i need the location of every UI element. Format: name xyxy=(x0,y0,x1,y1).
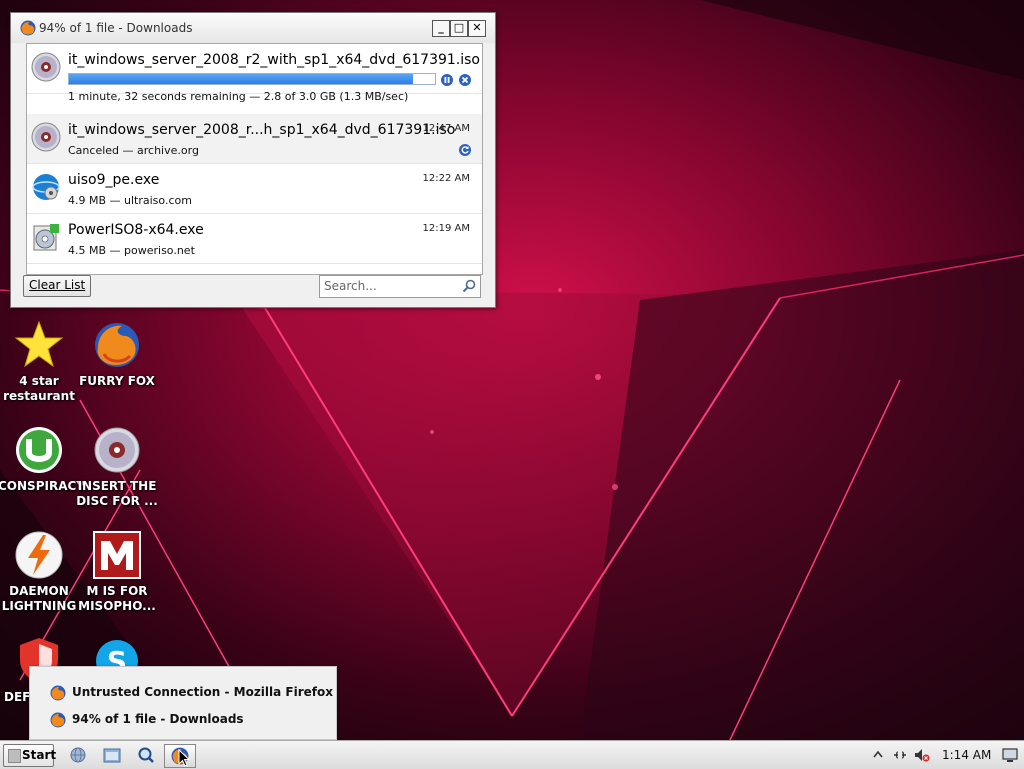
disc-icon xyxy=(31,122,61,152)
search-icon[interactable] xyxy=(462,279,476,293)
download-status: 4.9 MB — ultraiso.com xyxy=(68,194,192,207)
cancel-icon xyxy=(461,76,469,84)
pause-button[interactable] xyxy=(441,74,453,86)
star-icon xyxy=(14,320,64,370)
download-item[interactable]: it_windows_server_2008_r2_with_sp1_x64_d… xyxy=(27,44,482,103)
download-status: 4.5 MB — poweriso.net xyxy=(68,244,195,257)
system-tray: 1:14 AM xyxy=(866,741,1024,769)
disc-icon xyxy=(31,52,61,82)
downloads-list[interactable]: it_windows_server_2008_r2_with_sp1_x64_d… xyxy=(26,43,483,275)
progress-fill xyxy=(69,74,414,84)
search-magnifier-icon[interactable] xyxy=(137,746,155,764)
mouse-cursor-icon xyxy=(178,749,190,767)
download-progress-bar xyxy=(68,73,436,85)
desktop-icon-daemon-lightning[interactable]: DAEMON LIGHTNING xyxy=(0,530,80,614)
download-filename: it_windows_server_2008_r...h_sp1_x64_dvd… xyxy=(68,122,456,138)
search-box[interactable] xyxy=(319,275,481,298)
desktop-icon-label: FURRY FOX xyxy=(79,374,155,388)
start-button[interactable]: Start xyxy=(3,744,57,767)
download-status: Canceled — archive.org xyxy=(68,144,199,157)
malwarebytes-icon xyxy=(92,530,142,580)
popup-item-label: 94% of 1 file - Downloads xyxy=(72,712,244,726)
ultraiso-icon xyxy=(32,174,60,200)
cancel-download-button[interactable] xyxy=(459,74,471,86)
clear-list-button[interactable]: Clear List xyxy=(23,275,92,297)
downloads-titlebar[interactable]: 94% of 1 file - Downloads _ □ ✕ xyxy=(11,13,495,43)
desktop-icon-label: INSERT THE DISC FOR ... xyxy=(76,479,158,508)
firefox-icon xyxy=(20,20,36,36)
desktop-icon-label: 4 star restaurant xyxy=(3,374,75,403)
disc-icon xyxy=(92,425,142,475)
desktop-icon-label: M IS FOR MISOPHO... xyxy=(78,584,156,613)
start-icon xyxy=(8,749,21,763)
retry-button[interactable] xyxy=(459,144,471,156)
desktop-icon-4-star-restaurant[interactable]: 4 star restaurant xyxy=(0,320,80,404)
close-button[interactable]: ✕ xyxy=(468,20,486,37)
download-item[interactable]: PowerISO8-x64.exe 12:19 AM 4.5 MB — powe… xyxy=(27,214,482,264)
search-input[interactable] xyxy=(320,276,454,295)
network-icon[interactable] xyxy=(892,747,908,763)
ie-globe-icon[interactable] xyxy=(69,746,87,764)
desktop-icon-conspiracy[interactable]: CONSPIRACY xyxy=(0,425,85,494)
firefox-icon xyxy=(92,320,142,370)
desktop-icon-label: CONSPIRACY xyxy=(0,479,85,493)
download-time: 12:22 AM xyxy=(422,173,470,184)
download-filename: uiso9_pe.exe xyxy=(68,172,160,188)
daemon-tools-icon xyxy=(14,530,64,580)
clock[interactable]: 1:14 AM xyxy=(942,748,991,762)
download-time: 12:47 AM xyxy=(422,123,470,134)
download-item[interactable]: it_windows_server_2008_r...h_sp1_x64_dvd… xyxy=(27,114,482,164)
start-label: Start xyxy=(22,748,57,762)
taskbar: Start 1:14 AM xyxy=(0,740,1024,769)
retry-icon xyxy=(461,146,469,154)
pause-icon xyxy=(444,77,450,83)
desktop-icon-furry-fox[interactable]: FURRY FOX xyxy=(76,320,158,389)
maximize-button[interactable]: □ xyxy=(450,20,468,37)
popup-item-label: Untrusted Connection - Mozilla Firefox xyxy=(72,685,333,699)
monitor-icon[interactable] xyxy=(1002,747,1018,763)
window-title: 94% of 1 file - Downloads xyxy=(39,21,193,35)
clear-list-label: Clear List xyxy=(29,278,86,292)
file-explorer-icon[interactable] xyxy=(103,746,121,764)
download-time: 12:19 AM xyxy=(422,223,470,234)
download-filename: it_windows_server_2008_r2_with_sp1_x64_d… xyxy=(68,52,480,68)
minimize-button[interactable]: _ xyxy=(432,20,450,37)
volume-muted-icon[interactable] xyxy=(914,747,930,763)
download-item[interactable]: uiso9_pe.exe 12:22 AM 4.9 MB — ultraiso.… xyxy=(27,164,482,214)
show-hidden-icons-arrow[interactable] xyxy=(870,747,886,763)
utorrent-icon xyxy=(14,425,64,475)
taskbar-window-list-popup[interactable]: Untrusted Connection - Mozilla Firefox 9… xyxy=(29,666,337,740)
desktop-icon-insert-the-disc[interactable]: INSERT THE DISC FOR ... xyxy=(76,425,158,509)
desktop-icon-m-is-for-misopho[interactable]: M IS FOR MISOPHO... xyxy=(76,530,158,614)
firefox-icon xyxy=(50,685,66,701)
download-status: 1 minute, 32 seconds remaining — 2.8 of … xyxy=(68,90,409,103)
poweriso-icon xyxy=(33,224,59,251)
downloads-window[interactable]: 94% of 1 file - Downloads _ □ ✕ it_windo… xyxy=(10,12,496,308)
desktop-icon-label: DAEMON LIGHTNING xyxy=(1,584,77,613)
firefox-icon xyxy=(50,712,66,728)
download-filename: PowerISO8-x64.exe xyxy=(68,222,204,238)
